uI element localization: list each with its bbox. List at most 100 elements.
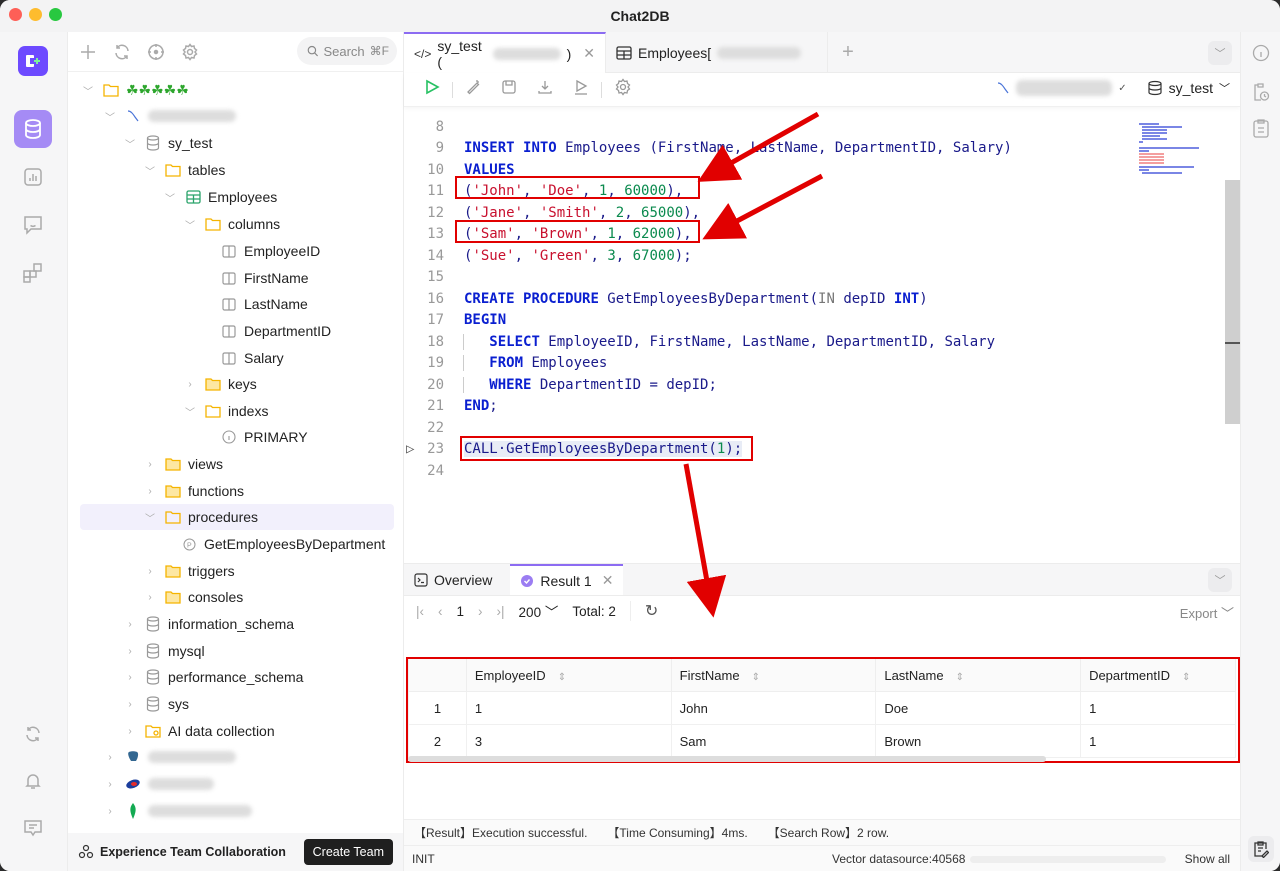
folder-open-icon — [164, 162, 182, 178]
tree-node-procedure[interactable]: P GetEmployeesByDepartment — [180, 531, 385, 557]
add-tab-button[interactable]: + — [828, 32, 868, 72]
database-selector[interactable]: sy_test — [1169, 80, 1213, 96]
tree-node-consoles[interactable]: › consoles — [144, 584, 243, 610]
chevron-right-icon: › — [128, 645, 132, 657]
tree-node-ai-collection[interactable]: › AI data collection — [124, 718, 274, 744]
tree-node-database[interactable]: › performance_schema — [124, 664, 303, 690]
tree-node-database[interactable]: › mysql — [124, 638, 204, 664]
run-icon[interactable] — [424, 79, 440, 100]
code-token: , — [523, 204, 540, 221]
tree-node-procedures[interactable]: ﹀ procedures — [80, 504, 394, 530]
chevron-right-icon: › — [148, 591, 152, 603]
tree-node-column[interactable]: FirstName — [220, 265, 309, 291]
explorer-search-input[interactable]: Search ⌘F — [297, 37, 397, 65]
notes-edit-icon[interactable] — [1248, 836, 1274, 862]
tree-node-columns[interactable]: ﹀ columns — [184, 211, 280, 237]
tabs-dropdown-button[interactable]: ﹀ — [1208, 41, 1232, 65]
refresh-results-icon[interactable]: ↻ — [629, 601, 658, 621]
page-size-select[interactable]: 200 ﹀ — [519, 601, 559, 621]
tab-employees-table[interactable]: Employees[ — [606, 32, 828, 73]
first-page-button[interactable]: |‹ — [416, 604, 424, 619]
tree-node-functions[interactable]: › functions — [144, 478, 244, 504]
save-icon[interactable] — [501, 79, 517, 100]
line-number: 8 — [435, 118, 444, 135]
tree-node-column[interactable]: Salary — [220, 345, 284, 371]
close-window-button[interactable] — [9, 8, 22, 21]
tree-node-database[interactable]: › information_schema — [124, 611, 294, 637]
code-minimap[interactable] — [1139, 122, 1211, 177]
database-icon — [144, 616, 162, 632]
tree-node-indexes[interactable]: ﹀ indexs — [184, 398, 268, 424]
tree-node-column[interactable]: LastName — [220, 291, 308, 317]
tree-node-column[interactable]: DepartmentID — [220, 318, 331, 344]
close-tab-icon[interactable]: ✕ — [583, 45, 595, 62]
close-tab-icon[interactable]: ✕ — [602, 572, 614, 589]
sync-icon[interactable] — [14, 715, 52, 753]
refresh-icon[interactable] — [112, 42, 132, 62]
explain-icon[interactable] — [573, 79, 589, 100]
editor-vertical-scrollbar[interactable] — [1225, 180, 1240, 424]
tree-node-connection[interactable]: ﹀ — [104, 103, 236, 129]
tree-node-triggers[interactable]: › triggers — [144, 558, 234, 584]
run-line-icon[interactable]: ▷ — [406, 441, 414, 457]
tree-node-table-employees[interactable]: ﹀ Employees — [164, 184, 277, 210]
database-nav-icon[interactable] — [14, 110, 52, 148]
settings-gear-icon[interactable] — [180, 42, 200, 62]
connection-selector[interactable]: ✓ sy_test ﹀ — [996, 80, 1230, 96]
tree-node-keys[interactable]: › keys — [184, 371, 256, 397]
format-sql-icon[interactable] — [465, 79, 481, 100]
notification-bell-icon[interactable] — [14, 762, 52, 800]
last-page-button[interactable]: ›| — [497, 604, 505, 619]
tree-node-connection-postgres[interactable]: › — [104, 744, 236, 770]
info-icon[interactable] — [1251, 43, 1271, 63]
code-line: 12 ('Jane', 'Smith', 2, 65000), — [404, 202, 700, 224]
maximize-window-button[interactable] — [49, 8, 62, 21]
chevron-right-icon: › — [108, 751, 112, 763]
tree-node-views[interactable]: › views — [144, 451, 223, 477]
chevron-down-icon: ﹀ — [185, 407, 195, 419]
tree-node-root[interactable]: ﹀ ☘☘☘☘☘ — [82, 77, 189, 103]
code-token: INTO — [523, 140, 557, 157]
editor-settings-icon[interactable] — [614, 78, 632, 101]
results-collapse-button[interactable]: ﹀ — [1208, 568, 1232, 592]
results-horizontal-scrollbar[interactable] — [408, 756, 1046, 762]
tree-node-tables[interactable]: ﹀ tables — [144, 157, 225, 183]
tree-node-connection-other[interactable]: › — [104, 771, 214, 797]
chart-nav-icon[interactable] — [14, 158, 52, 196]
task-clipboard-icon[interactable] — [1251, 118, 1271, 138]
tree-node-database-sy-test[interactable]: ﹀ sy_test — [124, 130, 212, 156]
prev-page-button[interactable]: ‹ — [438, 604, 443, 619]
code-token: 65000 — [641, 204, 684, 221]
tab-sy-test-console[interactable]: </> sy_test ( ) ✕ — [404, 32, 606, 73]
database-icon — [144, 135, 162, 151]
history-clipboard-icon[interactable] — [1251, 82, 1271, 102]
minimize-window-button[interactable] — [29, 8, 42, 21]
locate-icon[interactable] — [146, 42, 166, 62]
dashboard-nav-icon[interactable] — [14, 254, 52, 292]
add-connection-icon[interactable] — [78, 42, 98, 62]
tree-node-index-primary[interactable]: PRIMARY — [220, 424, 308, 450]
chevron-right-icon: › — [148, 458, 152, 470]
line-number: 22 — [427, 419, 444, 436]
activity-bar — [0, 32, 67, 871]
line-number: 17 — [427, 312, 444, 329]
tree-node-column[interactable]: EmployeeID — [220, 238, 320, 264]
tree-node-database[interactable]: › sys — [124, 691, 189, 717]
show-all-link[interactable]: Show all — [1185, 852, 1230, 866]
export-button[interactable]: Export ﹀ — [1180, 603, 1234, 622]
download-icon[interactable] — [537, 79, 553, 100]
tab-overview[interactable]: Overview — [404, 564, 502, 595]
code-token: SELECT — [489, 333, 540, 350]
tab-result-1[interactable]: Result 1 ✕ — [510, 564, 624, 595]
create-team-button[interactable]: Create Team — [303, 839, 393, 865]
database-explorer: Search ⌘F ﹀ ☘☘☘☘☘ ﹀ ﹀ sy_test ﹀ tables ﹀ Emp… — [67, 32, 404, 871]
next-page-button[interactable]: › — [478, 604, 483, 619]
chat-nav-icon[interactable] — [14, 206, 52, 244]
total-count: Total: 2 — [572, 603, 616, 619]
code-token: depID — [834, 290, 894, 307]
tree-node-connection-mongodb[interactable]: › — [104, 798, 252, 824]
code-line: 15 — [404, 267, 444, 289]
feedback-icon[interactable] — [14, 809, 52, 847]
